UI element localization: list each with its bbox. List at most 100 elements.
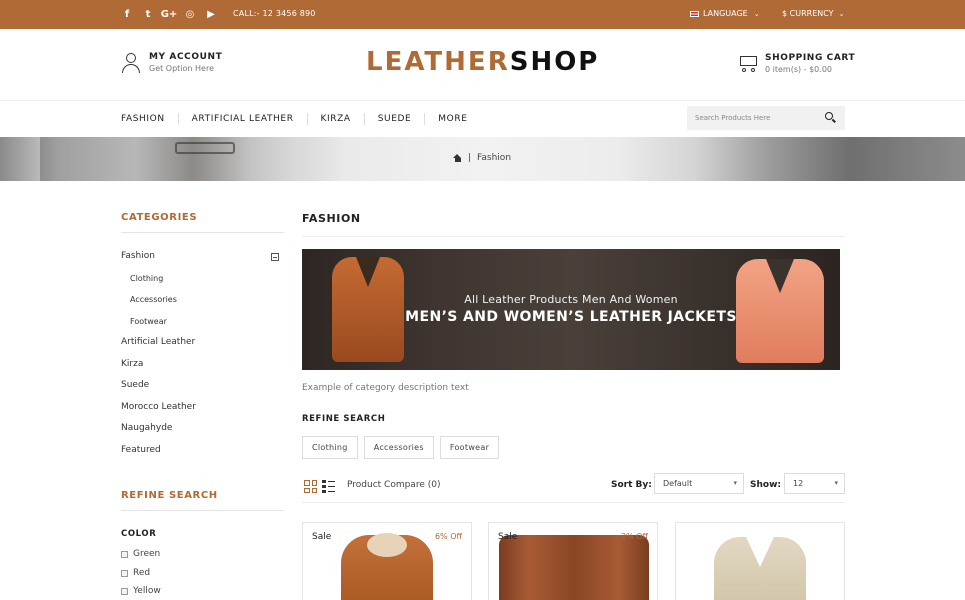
checkbox[interactable] [121,587,128,595]
flag-icon [690,10,699,17]
social-links: f t G+ ◎ ▶ [121,8,217,20]
search-icon[interactable] [825,112,837,124]
instagram-icon[interactable]: ◎ [184,8,196,20]
category-item[interactable]: Kirza [121,354,284,376]
sort-value: Default [663,479,693,488]
product-card[interactable]: Sale 2% Off [488,522,658,600]
account-subtitle: Get Option Here [149,64,215,73]
site-logo[interactable]: LEATHERSHOP [366,47,599,77]
discount-badge: 6% Off [434,532,462,541]
refine-chip-footwear[interactable]: Footwear [439,436,500,459]
show-label: Show: [750,480,781,490]
refine-chip-accessories[interactable]: Accessories [363,436,434,459]
sale-badge: Sale [312,532,332,542]
category-item[interactable]: Artificial Leather [121,332,284,354]
facebook-icon[interactable]: f [121,8,133,20]
category-label: Artificial Leather [121,337,196,347]
product-card[interactable]: Sale 6% Off [302,522,472,600]
category-label: Suede [121,380,150,390]
sort-label: Sort By: [611,480,652,490]
category-label: Clothing [130,273,164,283]
youtube-icon[interactable]: ▶ [205,8,217,20]
product-compare-link[interactable]: Product Compare (0) [347,480,440,490]
color-filter-red[interactable]: Red [121,568,150,578]
category-list: Fashion Clothing Accessories Footwear Artifi… [121,246,284,461]
discount-badge: 2% Off [620,532,648,541]
category-label: Kirza [121,358,144,369]
category-hero-band: | Fashion [0,137,965,181]
subcategory-item[interactable]: Accessories [121,289,284,311]
chevron-down-icon: ▾ [834,479,838,487]
nav-item-suede[interactable]: SUEDE [378,114,412,124]
language-dropdown[interactable]: LANGUAGE ⌄ [690,9,760,18]
sidebar-refine: REFINE SEARCH [121,490,284,511]
product-toolbar: Product Compare (0) Sort By: Default ▾ S… [302,473,845,503]
chevron-down-icon: ⌄ [838,9,845,18]
shopping-cart[interactable]: SHOPPING CART 0 item(s) - $0.00 [737,53,855,74]
my-account[interactable]: MY ACCOUNT Get Option Here [121,52,222,74]
nav-item-more[interactable]: MORE [438,114,467,124]
page-title: FASHION [302,212,845,237]
show-select[interactable]: 12 ▾ [784,473,845,494]
category-item[interactable]: Featured [121,440,284,462]
account-title: MY ACCOUNT [149,52,223,62]
category-label: Accessories [130,295,177,304]
sidebar-refine-title: REFINE SEARCH [121,490,284,511]
product-image[interactable] [714,537,806,600]
nav-item-artificial-leather[interactable]: ARTIFICIAL LEATHER [192,114,294,124]
nav-divider [363,113,365,125]
nav-item-kirza[interactable]: KIRZA [321,114,351,124]
nav-divider [306,113,308,125]
show-value: 12 [793,479,804,488]
refine-chips: Clothing Accessories Footwear [302,436,500,459]
category-item[interactable]: Naugahyde [121,418,284,440]
product-image[interactable] [499,535,649,600]
grid-view-icon[interactable] [304,480,317,493]
category-item[interactable]: Suede [121,375,284,397]
checkbox[interactable] [121,550,128,558]
category-label: Footwear [130,316,167,326]
refine-chip-clothing[interactable]: Clothing [302,436,358,459]
language-label: LANGUAGE [703,9,748,18]
logo-part-leather: LEATHER [366,47,510,77]
cart-title: SHOPPING CART [765,53,856,63]
hero-background-detail [175,142,235,154]
list-view-icon[interactable] [322,480,335,493]
breadcrumb-separator: | [468,153,472,163]
nav-divider [424,113,426,125]
home-icon[interactable] [453,154,462,162]
categories-title: CATEGORIES [121,212,284,233]
nav-item-fashion[interactable]: FASHION [121,114,165,124]
main-nav: FASHION ARTIFICIAL LEATHER KIRZA SUEDE M… [0,101,965,137]
google-plus-icon[interactable]: G+ [161,8,178,20]
category-description: Example of category description text [302,383,469,393]
collapse-icon[interactable] [271,253,279,261]
banner-subtitle: All Leather Products Men And Women [464,293,678,306]
chevron-down-icon: ▾ [733,479,737,487]
subcategory-item[interactable]: Clothing [121,268,284,290]
user-icon [121,52,141,74]
category-label: Morocco Leather [121,401,196,412]
breadcrumb: | Fashion [453,153,511,163]
search-box [687,106,845,130]
category-banner[interactable]: All Leather Products Men And Women MEN’S… [302,249,840,370]
product-image[interactable] [341,533,433,600]
refine-search-title: REFINE SEARCH [302,414,386,424]
category-item[interactable]: Morocco Leather [121,397,284,419]
breadcrumb-current[interactable]: Fashion [477,153,511,163]
currency-dropdown[interactable]: $ CURRENCY ⌄ [782,9,844,18]
currency-label: $ CURRENCY [782,9,834,18]
sale-badge: Sale [498,532,518,542]
sort-select[interactable]: Default ▾ [654,473,744,494]
logo-part-shop: SHOP [509,47,600,77]
color-filter-green[interactable]: Green [121,549,160,559]
twitter-icon[interactable]: t [142,8,154,20]
subcategory-item[interactable]: Footwear [121,311,284,333]
checkbox[interactable] [121,569,128,577]
search-input[interactable] [687,106,817,130]
color-filter-yellow[interactable]: Yellow [121,586,161,596]
category-item[interactable]: Fashion [121,246,284,268]
sidebar: CATEGORIES Fashion Clothing Accessories Foo… [121,212,284,461]
product-card[interactable] [675,522,845,600]
cart-icon [737,53,759,73]
